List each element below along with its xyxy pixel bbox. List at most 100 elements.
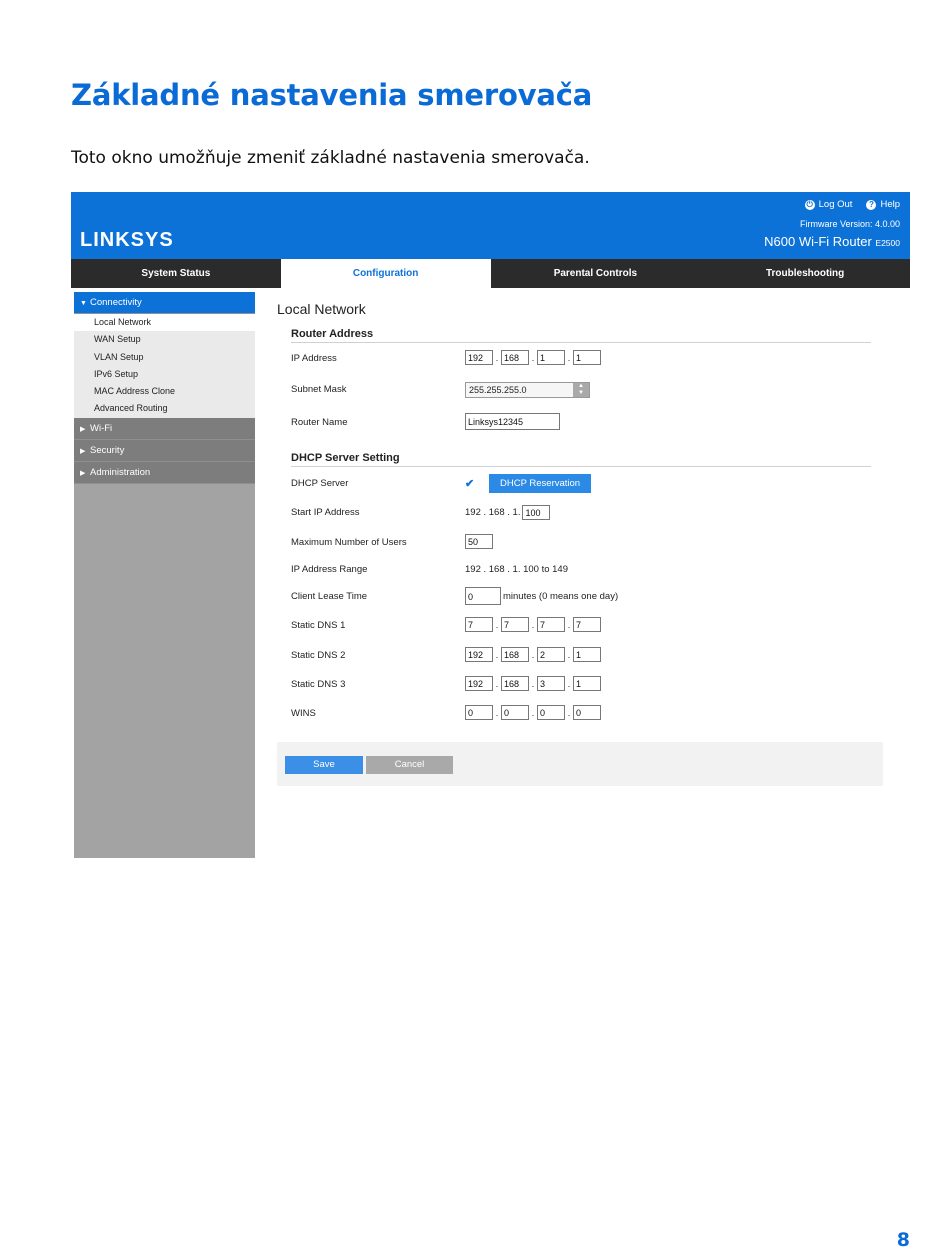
sidebar-administration-label: Administration <box>90 466 151 478</box>
triangle-right-icon: ▶ <box>80 425 86 433</box>
wins-octet-4[interactable]: 0 <box>573 705 601 720</box>
stepper-arrows-icon: ▲ ▼ <box>573 383 589 397</box>
subnet-mask-value: 255.255.255.0 <box>469 385 527 395</box>
page-heading: Local Network <box>277 301 366 317</box>
router-name-input[interactable]: Linksys12345 <box>465 413 560 430</box>
cancel-button[interactable]: Cancel <box>366 756 453 774</box>
dns3-octet-1[interactable]: 192 <box>465 676 493 691</box>
tab-troubleshooting[interactable]: Troubleshooting <box>700 259 910 288</box>
dns3-octet-4[interactable]: 1 <box>573 676 601 691</box>
sidebar: ▼ Connectivity Local Network WAN Setup VL… <box>74 292 255 858</box>
model-name: N600 Wi-Fi Router <box>764 234 872 249</box>
page-number: 8 <box>896 1229 910 1251</box>
router-header: LINKSYS ⏻ Log Out ? Help Firmware Versio… <box>71 192 910 259</box>
sidebar-security-label: Security <box>90 444 125 456</box>
dns1-octet-2[interactable]: 7 <box>501 617 529 632</box>
tab-system-status[interactable]: System Status <box>71 259 281 288</box>
lease-time-input[interactable]: 0 <box>465 587 501 605</box>
static-dns3-fields: 192. 168. 3. 1 <box>465 676 601 691</box>
ip-address-label: IP Address <box>291 353 337 364</box>
dns2-octet-4[interactable]: 1 <box>573 647 601 662</box>
router-name-control: Linksys12345 <box>465 413 560 430</box>
logout-label: Log Out <box>818 199 853 210</box>
static-dns2-label: Static DNS 2 <box>291 650 346 661</box>
dns2-octet-3[interactable]: 2 <box>537 647 565 662</box>
triangle-right-icon: ▶ <box>80 447 86 455</box>
sidebar-wifi-label: Wi-Fi <box>90 422 113 434</box>
header-links: ⏻ Log Out ? Help <box>804 199 900 210</box>
model-code: E2500 <box>875 238 900 248</box>
firmware-version: Firmware Version: 4.0.00 <box>799 219 900 229</box>
ip-octet-2[interactable]: 168 <box>501 350 529 365</box>
dhcp-server-checkbox[interactable]: ✔ <box>465 478 477 490</box>
subnet-mask-control: 255.255.255.0 ▲ ▼ <box>465 382 590 398</box>
start-ip-input[interactable]: 100 <box>522 505 551 520</box>
sidebar-administration[interactable]: ▶ Administration <box>74 461 255 484</box>
sidebar-connectivity-label: Connectivity <box>90 297 142 308</box>
dhcp-section-title: DHCP Server Setting <box>291 452 400 464</box>
ip-octet-3[interactable]: 1 <box>537 350 565 365</box>
subnet-mask-label: Subnet Mask <box>291 384 347 395</box>
dns1-octet-4[interactable]: 7 <box>573 617 601 632</box>
sidebar-connectivity[interactable]: ▼ Connectivity <box>74 292 255 314</box>
dns3-octet-2[interactable]: 168 <box>501 676 529 691</box>
tab-parental-controls[interactable]: Parental Controls <box>491 259 701 288</box>
router-name-label: Router Name <box>291 417 348 428</box>
ip-octet-1[interactable]: 192 <box>465 350 493 365</box>
wins-fields: 0. 0. 0. 0 <box>465 705 601 720</box>
start-ip-control: 192 . 168 . 1. 100 <box>465 505 551 520</box>
static-dns2-fields: 192. 168. 2. 1 <box>465 647 601 662</box>
action-bar: Save Cancel <box>277 742 883 786</box>
sidebar-item-ipv6-setup[interactable]: IPv6 Setup <box>74 366 255 383</box>
dns1-octet-1[interactable]: 7 <box>465 617 493 632</box>
router-address-title: Router Address <box>291 328 374 340</box>
max-users-control: 50 <box>465 534 493 549</box>
sidebar-item-wan-setup[interactable]: WAN Setup <box>74 331 255 348</box>
sidebar-wifi[interactable]: ▶ Wi-Fi <box>74 417 255 440</box>
dhcp-server-label: DHCP Server <box>291 478 349 489</box>
wins-octet-2[interactable]: 0 <box>501 705 529 720</box>
lease-time-hint: minutes (0 means one day) <box>503 590 619 602</box>
sidebar-item-mac-address-clone[interactable]: MAC Address Clone <box>74 383 255 400</box>
triangle-right-icon: ▶ <box>80 469 86 477</box>
dhcp-reservation-button[interactable]: DHCP Reservation <box>489 474 592 493</box>
linksys-logo: LINKSYS <box>80 229 174 251</box>
static-dns1-label: Static DNS 1 <box>291 620 346 631</box>
start-ip-label: Start IP Address <box>291 507 360 518</box>
router-model: N600 Wi-Fi Router E2500 <box>764 234 900 249</box>
max-users-label: Maximum Number of Users <box>291 537 407 548</box>
ip-address-fields: 192. 168. 1. 1 <box>465 350 601 365</box>
ip-range-value: 192 . 168 . 1. 100 to 149 <box>465 564 569 575</box>
dns2-octet-1[interactable]: 192 <box>465 647 493 662</box>
ip-range-label: IP Address Range <box>291 564 368 575</box>
help-icon: ? <box>866 199 877 210</box>
router-screenshot: LINKSYS ⏻ Log Out ? Help Firmware Versio… <box>71 192 910 858</box>
wins-octet-3[interactable]: 0 <box>537 705 565 720</box>
wins-octet-1[interactable]: 0 <box>465 705 493 720</box>
lease-time-control: 0 minutes (0 means one day) <box>465 587 618 605</box>
save-button[interactable]: Save <box>285 756 363 774</box>
doc-title: Základné nastavenia smerovača <box>71 78 593 112</box>
section-divider <box>291 466 871 467</box>
dns1-octet-3[interactable]: 7 <box>537 617 565 632</box>
sidebar-item-local-network[interactable]: Local Network <box>74 314 255 332</box>
tab-configuration[interactable]: Configuration <box>280 259 491 288</box>
dhcp-server-control: ✔ DHCP Reservation <box>465 474 592 493</box>
static-dns3-label: Static DNS 3 <box>291 679 346 690</box>
sidebar-security[interactable]: ▶ Security <box>74 439 255 462</box>
subnet-mask-select[interactable]: 255.255.255.0 ▲ ▼ <box>465 382 590 398</box>
dns2-octet-2[interactable]: 168 <box>501 647 529 662</box>
wins-label: WINS <box>291 708 316 719</box>
logout-link[interactable]: ⏻ Log Out <box>804 199 853 210</box>
triangle-down-icon: ▼ <box>80 300 87 307</box>
dns3-octet-3[interactable]: 3 <box>537 676 565 691</box>
help-label: Help <box>880 199 900 210</box>
sidebar-item-vlan-setup[interactable]: VLAN Setup <box>74 349 255 366</box>
help-link[interactable]: ? Help <box>866 199 900 210</box>
max-users-input[interactable]: 50 <box>465 534 493 549</box>
main-tabs: System Status Configuration Parental Con… <box>71 259 910 288</box>
ip-octet-4[interactable]: 1 <box>573 350 601 365</box>
sidebar-item-advanced-routing[interactable]: Advanced Routing <box>74 400 255 417</box>
section-divider <box>291 342 871 343</box>
doc-intro: Toto okno umožňuje zmeniť základné nasta… <box>71 148 590 168</box>
